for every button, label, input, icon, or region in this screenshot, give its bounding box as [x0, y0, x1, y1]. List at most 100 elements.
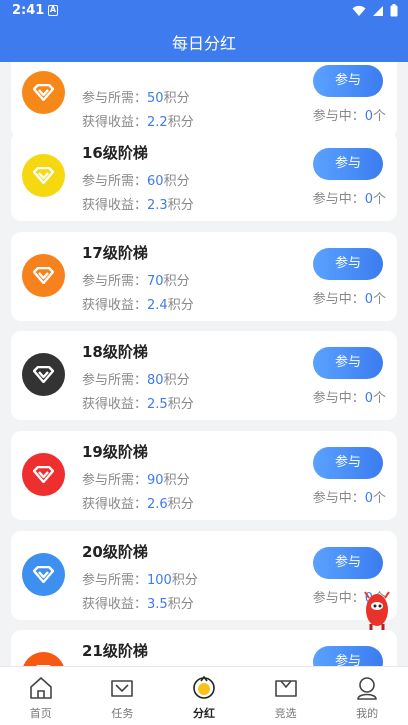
mascot-icon[interactable] [361, 586, 393, 632]
participating-value: 0 [364, 292, 373, 307]
task-icon [111, 680, 134, 697]
participating-count: 参与中：0个 [313, 487, 386, 506]
participating-label: 参与中： [312, 591, 365, 606]
join-button[interactable]: 参与 [313, 447, 383, 479]
points-unit: 积分 [167, 115, 194, 130]
earnings: 获得收益：2.5积分 [82, 393, 194, 412]
level-card: 17级阶梯 参与所需：70积分 获得收益：2.4积分 参与 参与中：0个 [11, 232, 397, 321]
participating-value: 0 [364, 109, 373, 124]
level-card: 18级阶梯 参与所需：80积分 获得收益：2.5积分 参与 参与中：0个 [11, 331, 397, 420]
bottom-nav: 首页 任务 分红 竞选 我的 [0, 666, 408, 725]
nav-profile-label: 我的 [356, 707, 379, 720]
nav-dividend[interactable]: 分红 [163, 667, 245, 725]
nav-dividend-label: 分红 [192, 707, 215, 720]
required-points-value: 80 [147, 373, 164, 388]
participating-label: 参与中： [312, 292, 365, 307]
required-points-label: 参与所需： [82, 91, 148, 106]
wifi-icon [352, 5, 366, 16]
required-points: 参与所需：60积分 [82, 170, 190, 189]
required-points-label: 参与所需： [82, 274, 148, 289]
earnings: 获得收益：2.3积分 [82, 194, 194, 213]
participating-value: 0 [364, 192, 373, 207]
nav-campaign-label: 竞选 [274, 707, 297, 720]
diamond-icon [22, 652, 65, 666]
status-time: 2:41 [12, 3, 45, 18]
earnings-label: 获得收益： [82, 298, 148, 313]
points-unit: 积分 [163, 274, 190, 289]
campaign-icon [274, 680, 297, 697]
earnings-value: 2.3 [147, 198, 168, 213]
join-button[interactable]: 参与 [313, 547, 383, 579]
required-points-value: 100 [147, 573, 172, 588]
level-card: 16级阶梯 参与所需：60积分 获得收益：2.3积分 参与 参与中：0个 [11, 132, 397, 221]
join-button[interactable]: 参与 [313, 347, 383, 379]
participating-label: 参与中： [312, 491, 365, 506]
participating-label: 参与中： [312, 109, 365, 124]
earnings-label: 获得收益： [82, 198, 148, 213]
points-unit: 积分 [167, 497, 194, 512]
diamond-icon [22, 553, 65, 596]
points-unit: 积分 [167, 298, 194, 313]
points-unit: 积分 [163, 373, 190, 388]
points-unit: 积分 [171, 573, 198, 588]
required-points: 参与所需：70积分 [82, 270, 190, 289]
dividend-level-list[interactable]: 参与所需：50积分 获得收益：2.2积分 参与 参与中：0个 16级阶梯 参与所需：60积… [0, 62, 408, 666]
system-icons [352, 4, 398, 17]
diamond-icon [22, 254, 65, 297]
earnings-value: 3.5 [147, 597, 168, 612]
level-name: 19级阶梯 [82, 443, 148, 461]
nav-profile[interactable]: 我的 [326, 667, 408, 725]
status-bar: 2:41 A [0, 0, 408, 24]
participating-count: 参与中：0个 [313, 105, 386, 124]
points-unit: 积分 [167, 198, 194, 213]
nav-campaign[interactable]: 竞选 [245, 667, 327, 725]
level-name: 21级阶梯 [82, 642, 148, 660]
earnings: 获得收益：2.6积分 [82, 493, 194, 512]
points-unit: 积分 [167, 397, 194, 412]
signal-icon [373, 5, 383, 16]
nav-home[interactable]: 首页 [0, 667, 82, 725]
level-card: 参与所需：50积分 获得收益：2.2积分 参与 参与中：0个 [11, 62, 397, 138]
count-unit: 个 [372, 192, 386, 207]
earnings-label: 获得收益： [82, 397, 148, 412]
page-title: 每日分红 [171, 34, 236, 53]
earnings-value: 2.2 [147, 115, 168, 130]
level-card: 20级阶梯参与所需：100积分获得收益：3.5积分参与参与中：0个 [11, 531, 397, 620]
required-points-label: 参与所需： [82, 473, 148, 488]
earnings-label: 获得收益： [82, 497, 148, 512]
diamond-icon [22, 154, 65, 197]
points-unit: 积分 [163, 473, 190, 488]
earnings: 获得收益：3.5积分 [82, 593, 194, 612]
join-button[interactable]: 参与 [313, 65, 383, 97]
nav-home-label: 首页 [29, 707, 52, 720]
participating-count: 参与中：0个 [313, 188, 386, 207]
participating-count: 参与中：0个 [313, 288, 386, 307]
level-name: 17级阶梯 [82, 244, 148, 262]
participating-value: 0 [364, 391, 373, 406]
count-unit: 个 [372, 109, 386, 124]
join-button[interactable]: 参与 [313, 248, 383, 280]
diamond-icon [22, 71, 65, 114]
profile-icon [357, 677, 377, 700]
notification-icon: A [48, 5, 58, 16]
count-unit: 个 [372, 292, 386, 307]
earnings: 获得收益：2.4积分 [82, 294, 194, 313]
earnings-value: 2.6 [147, 497, 168, 512]
earnings-value: 2.4 [147, 298, 168, 313]
earnings: 获得收益：2.2积分 [82, 111, 194, 130]
nav-task[interactable]: 任务 [82, 667, 164, 725]
points-unit: 积分 [163, 91, 190, 106]
home-icon [29, 677, 52, 699]
required-points: 参与所需：100积分 [82, 569, 198, 588]
earnings-label: 获得收益： [82, 115, 148, 130]
level-card: 19级阶梯 参与所需：90积分 获得收益：2.6积分 参与 参与中：0个 [11, 431, 397, 520]
dividend-icon [193, 675, 215, 699]
participating-label: 参与中： [312, 192, 365, 207]
level-card: 21级阶梯 参与 [11, 630, 397, 666]
participating-count: 参与中：0个 [313, 387, 386, 406]
required-points-value: 50 [147, 91, 164, 106]
join-button[interactable]: 参与 [313, 148, 383, 180]
required-points-value: 70 [147, 274, 164, 289]
join-button[interactable]: 参与 [313, 646, 383, 666]
required-points-value: 60 [147, 174, 164, 189]
